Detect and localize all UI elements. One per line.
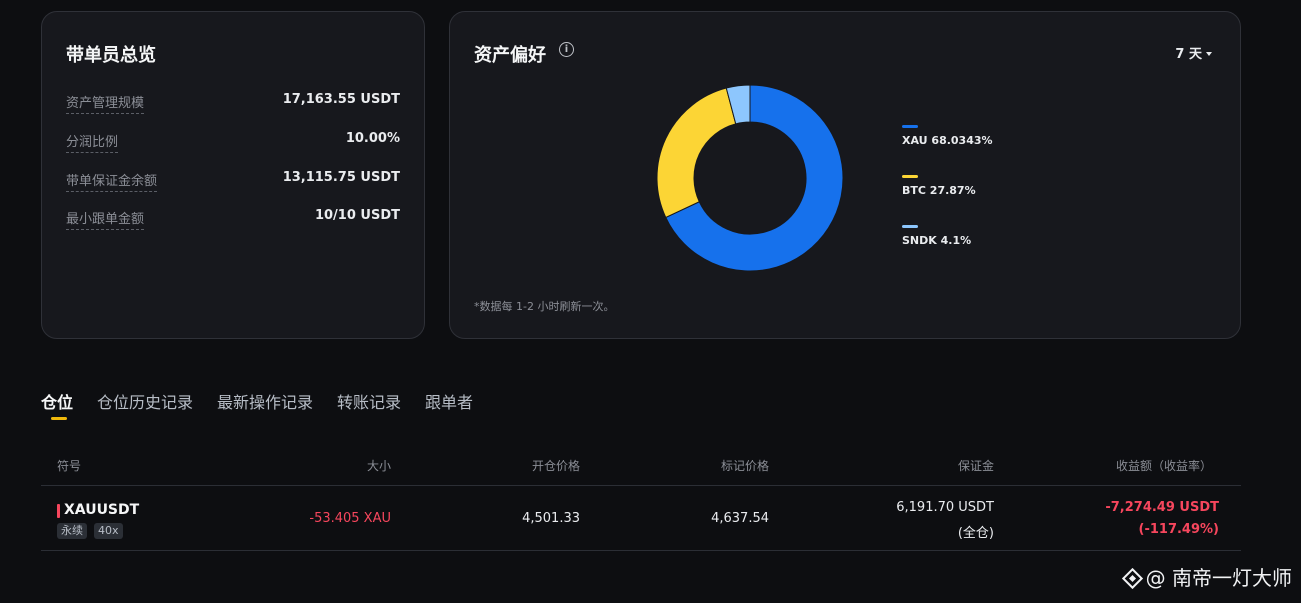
legend-item-sndk: SNDK 4.1% (902, 225, 971, 247)
stat-value: 17,163.55 USDT (282, 92, 400, 107)
header-mark-price: 标记价格 (720, 459, 769, 473)
tab-positions[interactable]: 仓位 (41, 389, 73, 413)
tab-position-history[interactable]: 仓位历史记录 (97, 389, 193, 413)
pnl-rate: (-117.49%) (1138, 522, 1219, 537)
active-tab-indicator (51, 417, 67, 420)
position-symbol[interactable]: XAUUSDT (64, 502, 139, 518)
info-icon[interactable]: i (559, 42, 574, 57)
stat-label[interactable]: 带单保证金余额 (66, 170, 158, 192)
watermark-text: @ 南帝一灯大师 (1145, 566, 1292, 590)
legend-label: BTC 27.87% (902, 184, 976, 197)
stat-label[interactable]: 资产管理规模 (66, 92, 145, 114)
position-size: -53.405 XAU (309, 511, 391, 526)
stat-value: 10.00% (345, 131, 400, 146)
mark-price: 4,637.54 (711, 511, 769, 526)
period-label: 7 天 (1175, 47, 1202, 62)
stat-label[interactable]: 分润比例 (66, 131, 119, 153)
watermark: @ 南帝一灯大师 (1121, 562, 1292, 591)
asset-donut-chart (656, 84, 844, 272)
pnl-amount: -7,274.49 USDT (1105, 500, 1219, 515)
header-entry-price: 开仓价格 (531, 459, 580, 473)
period-dropdown[interactable]: 7 天 (1175, 43, 1212, 62)
legend-swatch (902, 225, 918, 228)
margin-amount: 6,191.70 USDT (896, 500, 994, 515)
legend-swatch (902, 175, 918, 178)
stat-aum: 资产管理规模 17,163.55 USDT (66, 92, 400, 114)
leverage-badge: 40x (94, 523, 123, 539)
binance-logo-icon (1121, 567, 1143, 590)
stat-label[interactable]: 最小跟单金额 (66, 208, 145, 230)
legend-swatch (902, 125, 918, 128)
stat-profit-share: 分润比例 10.00% (66, 131, 400, 153)
tab-copiers[interactable]: 跟单者 (425, 389, 473, 413)
preference-title: 资产偏好 (474, 45, 546, 66)
legend-item-btc: BTC 27.87% (902, 175, 976, 197)
donut-slice-btc[interactable] (656, 87, 737, 219)
header-margin: 保证金 (957, 459, 994, 473)
legend-label: SNDK 4.1% (902, 234, 972, 247)
divider (41, 485, 1241, 486)
header-symbol: 符号 (57, 459, 82, 473)
header-pnl: 收益额（收益率） (1115, 459, 1212, 473)
refresh-note: *数据每 1-2 小时刷新一次。 (474, 300, 615, 313)
entry-price: 4,501.33 (522, 511, 580, 526)
tab-latest-operations[interactable]: 最新操作记录 (217, 389, 313, 413)
asset-preference-card: 资产偏好 i 7 天 XAU 68.0343% BTC 27.87% SNDK … (449, 11, 1241, 339)
stat-min-copy-amount: 最小跟单金额 10/10 USDT (66, 208, 400, 230)
caret-down-icon (1206, 52, 1212, 56)
short-side-indicator (57, 504, 60, 518)
legend-label: XAU 68.0343% (902, 134, 993, 147)
header-size: 大小 (366, 459, 391, 473)
stat-value: 10/10 USDT (314, 208, 400, 223)
overview-title: 带单员总览 (66, 45, 156, 66)
stat-margin-balance: 带单保证金余额 13,115.75 USDT (66, 170, 400, 192)
margin-mode: (全仓) (957, 526, 994, 541)
divider (41, 550, 1241, 551)
legend-item-xau: XAU 68.0343% (902, 125, 993, 147)
tab-transfer-records[interactable]: 转账记录 (337, 389, 401, 413)
leader-overview-card: 带单员总览 资产管理规模 17,163.55 USDT 分润比例 10.00% … (41, 11, 425, 339)
contract-type-badge: 永续 (57, 523, 87, 539)
stat-value: 13,115.75 USDT (282, 170, 400, 185)
